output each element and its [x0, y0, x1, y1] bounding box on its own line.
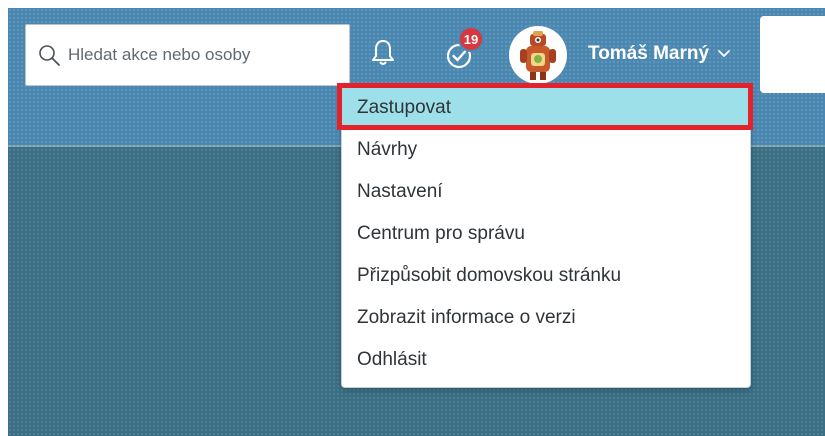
menu-item-zastupovat[interactable]: Zastupovat: [337, 83, 753, 130]
app-frame: Hledat akce nebo osoby 19 Tomáš Marný Za…: [8, 8, 825, 436]
tasks-button[interactable]: 19: [442, 26, 490, 74]
menu-item-label: Nastavení: [357, 181, 443, 202]
menu-item-navrhy[interactable]: Návrhy: [342, 129, 750, 171]
menu-item-prizpusobit-domovskou-stranku[interactable]: Přizpůsobit domovskou stránku: [342, 255, 750, 297]
menu-item-zobrazit-informace-o-verzi[interactable]: Zobrazit informace o verzi: [342, 297, 750, 339]
chevron-down-icon: [718, 50, 730, 57]
user-name: Tomáš Marný: [588, 43, 710, 64]
menu-item-label: Zastupovat: [357, 97, 451, 118]
header-right-panel: [760, 16, 825, 93]
user-menu-toggle[interactable]: Tomáš Marný: [588, 43, 731, 65]
menu-item-nastaveni[interactable]: Nastavení: [342, 171, 750, 213]
robot-avatar: [520, 31, 556, 80]
tasks-badge: 19: [458, 26, 484, 52]
menu-item-odhlasit[interactable]: Odhlásit: [342, 339, 750, 381]
menu-item-label: Přizpůsobit domovskou stránku: [357, 265, 622, 286]
avatar[interactable]: [509, 26, 567, 84]
bell-icon[interactable]: [369, 38, 397, 68]
menu-item-label: Návrhy: [357, 139, 418, 160]
menu-item-label: Odhlásit: [357, 349, 427, 370]
search-placeholder: Hledat akce nebo osoby: [68, 45, 251, 64]
menu-item-label: Zobrazit informace o verzi: [357, 307, 576, 328]
search-field[interactable]: Hledat akce nebo osoby: [25, 24, 350, 86]
menu-item-label: Centrum pro správu: [357, 223, 525, 244]
menu-item-centrum-pro-spravu[interactable]: Centrum pro správu: [342, 213, 750, 255]
search-icon: [34, 40, 64, 70]
user-dropdown-menu: Zastupovat Návrhy Nastavení Centrum pro …: [337, 83, 753, 388]
